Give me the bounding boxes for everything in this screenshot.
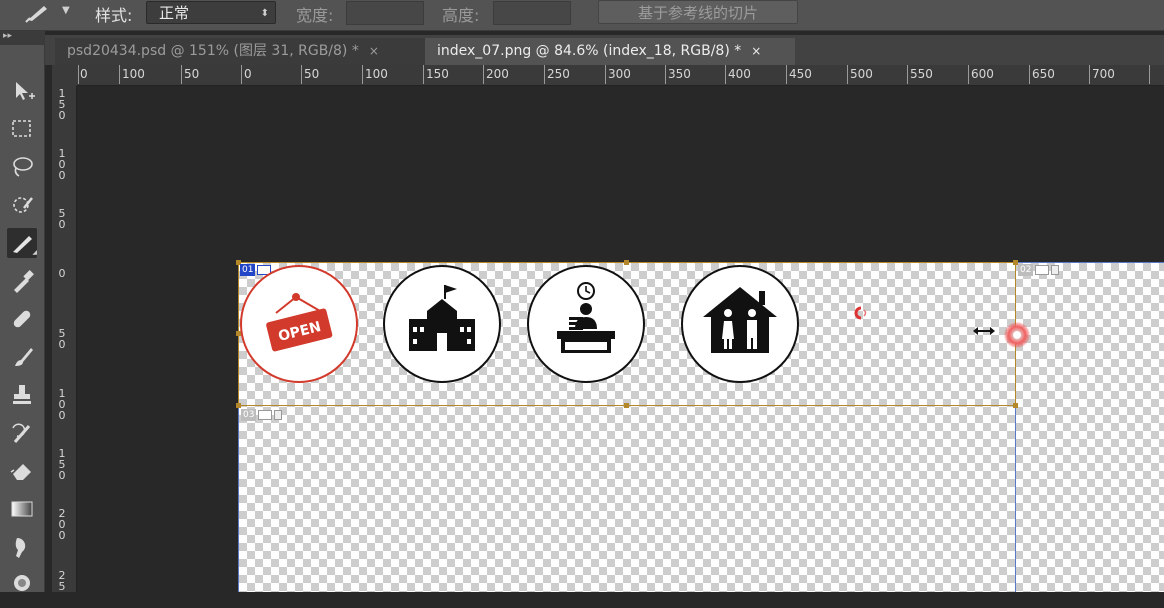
link-icon bbox=[274, 410, 283, 420]
ruler-tick: 200 bbox=[486, 67, 509, 81]
ruler-tick: 50 bbox=[184, 67, 200, 81]
close-icon[interactable]: × bbox=[751, 44, 761, 58]
eraser-tool-icon[interactable] bbox=[7, 456, 37, 486]
ruler-tick: 300 bbox=[608, 67, 631, 81]
ruler-tick: 650 bbox=[1032, 67, 1055, 81]
resize-cursor-icon bbox=[972, 325, 996, 340]
slice-handle[interactable] bbox=[624, 260, 629, 265]
image-slice-icon bbox=[1035, 265, 1050, 275]
ruler-origin[interactable] bbox=[52, 65, 78, 87]
width-field[interactable] bbox=[346, 1, 424, 25]
ruler-tick: 5 0 bbox=[58, 207, 66, 231]
ruler-tick: 1 5 0 bbox=[58, 87, 66, 122]
ruler-tick: 100 bbox=[365, 67, 388, 81]
family-home-circle bbox=[681, 265, 799, 383]
height-label: 高度: bbox=[442, 6, 480, 25]
guide-line-horizontal[interactable] bbox=[1016, 262, 1164, 263]
slice-handle[interactable] bbox=[624, 403, 629, 408]
move-tool-icon[interactable] bbox=[7, 76, 37, 106]
ruler-tick: 0 bbox=[80, 67, 88, 81]
ruler-tick: 1 0 0 bbox=[58, 387, 66, 422]
open-sign-circle: OPEN bbox=[240, 265, 358, 383]
document-tabs: psd20434.psd @ 151% (图层 31, RGB/8) * × in… bbox=[45, 35, 1164, 65]
healing-brush-tool-icon[interactable] bbox=[7, 304, 37, 334]
slice-number: 03 bbox=[241, 409, 257, 421]
width-label: 宽度: bbox=[296, 6, 334, 25]
tab-label: psd20434.psd @ 151% (图层 31, RGB/8) * bbox=[67, 43, 359, 59]
tab-label: index_07.png @ 84.6% (index_18, RGB/8) * bbox=[437, 43, 742, 59]
close-icon[interactable]: × bbox=[369, 44, 379, 58]
mouse-click-highlight-icon bbox=[1004, 322, 1030, 348]
eyedropper-tool-icon[interactable] bbox=[7, 266, 37, 296]
smudge-tool-icon[interactable] bbox=[7, 532, 37, 562]
style-select-value: 正常 bbox=[159, 4, 190, 22]
ruler-tick: 2 0 0 bbox=[58, 507, 66, 542]
vertical-ruler[interactable]: 1 5 0 1 0 0 5 0 0 5 0 1 0 0 1 5 0 2 0 0 … bbox=[52, 86, 77, 592]
ruler-tick: 600 bbox=[971, 67, 994, 81]
slice-02-badge: 02 bbox=[1018, 264, 1060, 276]
family-house-icon bbox=[703, 287, 777, 353]
history-brush-tool-icon[interactable] bbox=[7, 418, 37, 448]
red-link-icon bbox=[854, 306, 867, 320]
height-field[interactable] bbox=[493, 1, 571, 25]
slice-handle[interactable] bbox=[236, 403, 241, 408]
tab-index07[interactable]: index_07.png @ 84.6% (index_18, RGB/8) *… bbox=[425, 38, 795, 65]
tools-panel: ▸▸ ◢ bbox=[0, 31, 45, 592]
guide-line-vertical-left[interactable] bbox=[238, 406, 239, 592]
options-bar: ▼ 样式: 正常 ⬍ 宽度: 高度: 基于参考线的切片 bbox=[0, 0, 1164, 31]
chevron-updown-icon: ⬍ bbox=[260, 8, 269, 19]
slice-number: 02 bbox=[1018, 264, 1034, 276]
slice-03-badge: 03 bbox=[241, 409, 283, 421]
ruler-tick: 1 0 0 bbox=[58, 147, 66, 182]
ruler-tick: 100 bbox=[122, 67, 145, 81]
ruler-tick: 450 bbox=[789, 67, 812, 81]
ruler-tick: 250 bbox=[547, 67, 570, 81]
ruler-tick: 1 5 0 bbox=[58, 447, 66, 482]
ruler-tick: 150 bbox=[426, 67, 449, 81]
image-slice-icon bbox=[258, 410, 273, 420]
ruler-tick: 500 bbox=[850, 67, 873, 81]
preset-dropdown-icon[interactable]: ▼ bbox=[62, 5, 70, 16]
gradient-tool-icon[interactable] bbox=[7, 494, 37, 524]
slice-handle[interactable] bbox=[1013, 403, 1018, 408]
ruler-tick: 5 0 bbox=[58, 327, 66, 351]
ruler-tick: 0 bbox=[58, 267, 66, 280]
clone-stamp-tool-icon[interactable] bbox=[7, 380, 37, 410]
horizontal-ruler[interactable]: 0 100 50 0 50 100 150 200 250 300 350 40… bbox=[77, 65, 1164, 86]
lasso-tool-icon[interactable] bbox=[7, 152, 37, 182]
toolbar-collapse[interactable]: ▸▸ bbox=[0, 31, 44, 45]
ruler-tick: 400 bbox=[728, 67, 751, 81]
slice-tool-icon[interactable]: ◢ bbox=[7, 228, 37, 258]
school-building-icon bbox=[409, 285, 475, 351]
ruler-tick: 550 bbox=[910, 67, 933, 81]
ruler-tick: 2 5 bbox=[58, 569, 66, 593]
slice-tool-preset-icon[interactable] bbox=[24, 2, 52, 24]
ruler-tick: 50 bbox=[304, 67, 320, 81]
tool-flyout-icon: ◢ bbox=[32, 249, 37, 256]
school-circle bbox=[383, 265, 501, 383]
link-icon bbox=[1051, 265, 1060, 275]
office-worker-icon bbox=[557, 282, 615, 353]
slices-from-guides-button[interactable]: 基于参考线的切片 bbox=[598, 0, 798, 24]
office-desk-circle bbox=[527, 265, 645, 383]
ruler-tick: 0 bbox=[244, 67, 252, 81]
ruler-tick: 350 bbox=[668, 67, 691, 81]
brush-tool-icon[interactable] bbox=[7, 342, 37, 372]
quick-select-tool-icon[interactable] bbox=[7, 190, 37, 220]
dodge-tool-icon[interactable] bbox=[7, 568, 37, 598]
style-label: 样式: bbox=[95, 6, 133, 25]
style-select[interactable]: 正常 ⬍ bbox=[146, 1, 276, 24]
open-sign-icon: OPEN bbox=[266, 293, 333, 352]
ruler-tick: 700 bbox=[1092, 67, 1115, 81]
tab-psd20434[interactable]: psd20434.psd @ 151% (图层 31, RGB/8) * × bbox=[55, 38, 429, 65]
marquee-tool-icon[interactable] bbox=[7, 114, 37, 144]
